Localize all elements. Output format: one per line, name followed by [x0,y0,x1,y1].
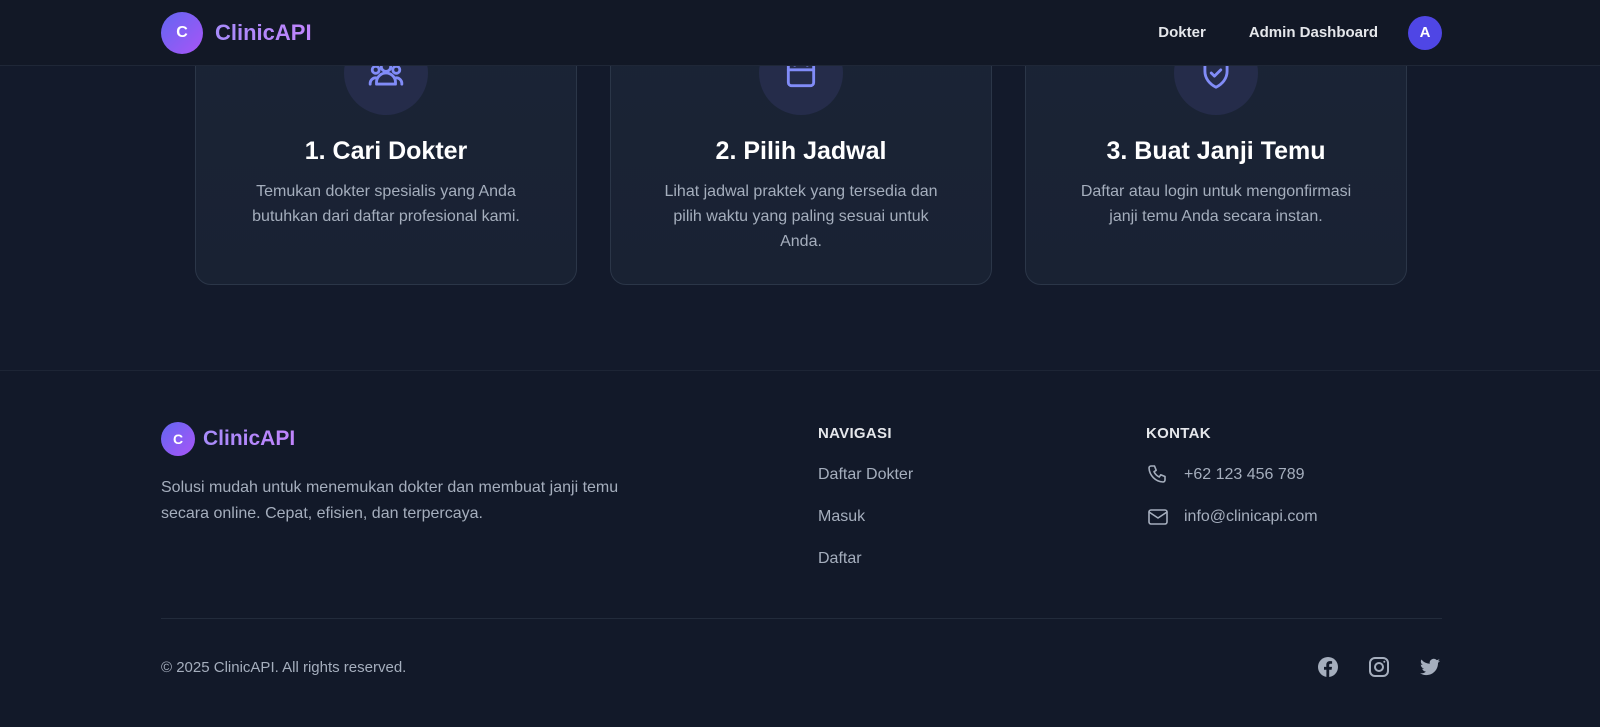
contact-email-text[interactable]: info@clinicapi.com [1184,508,1318,526]
facebook-icon[interactable] [1316,655,1340,679]
footer-nav-heading: NAVIGASI [818,425,892,442]
footer-contact-heading: KONTAK [1146,425,1211,442]
step-description: Daftar atau login untuk mengonfirmasi ja… [1080,183,1352,225]
footer-link-daftar-dokter[interactable]: Daftar Dokter [818,465,913,485]
top-navbar: C ClinicAPI Dokter Admin Dashboard A [0,0,1600,66]
mail-icon [1148,509,1168,525]
footer-link-daftar[interactable]: Daftar [818,549,913,569]
contact-phone-text: +62 123 456 789 [1184,466,1305,483]
phone-icon [1148,465,1166,483]
contact-email: info@clinicapi.com [1146,507,1318,527]
footer-brand-name: ClinicAPI [203,427,296,450]
footer-description: Solusi mudah untuk menemukan dokter dan … [161,479,619,522]
contact-phone: +62 123 456 789 [1146,465,1318,485]
twitter-icon[interactable] [1418,655,1442,679]
footer-divider [161,618,1442,619]
logo-icon: C [161,11,203,54]
nav-link-dokter[interactable]: Dokter [1158,24,1206,41]
footer-link-masuk[interactable]: Masuk [818,507,913,527]
brand-logo-link[interactable]: C ClinicAPI [161,11,312,54]
step-title: 1. Cari Dokter [304,137,468,165]
nav-menu: Dokter Admin Dashboard A [1158,15,1442,50]
logo-icon: C [161,422,195,456]
footer-navigation: NAVIGASI Daftar Dokter Masuk Daftar [818,425,913,569]
step-title: 2. Pilih Jadwal [715,137,887,165]
brand-name: ClinicAPI [215,19,312,45]
step-description: Lihat jadwal praktek yang tersedia dan p… [664,183,938,250]
step-description: Temukan dokter spesialis yang Anda butuh… [252,183,520,225]
user-avatar[interactable]: A [1408,15,1442,50]
site-footer: C ClinicAPI Solusi mudah untuk menemukan… [0,370,1600,727]
copyright-text: © 2025 ClinicAPI. All rights reserved. [161,659,407,676]
nav-link-admin-dashboard[interactable]: Admin Dashboard [1249,24,1378,41]
footer-brand-link[interactable]: C ClinicAPI [161,422,295,456]
step-title: 3. Buat Janji Temu [1106,137,1326,165]
instagram-icon[interactable] [1367,655,1391,679]
footer-contact: KONTAK +62 123 456 789 info@clinicapi.co… [1146,425,1318,527]
social-links [1289,655,1442,679]
